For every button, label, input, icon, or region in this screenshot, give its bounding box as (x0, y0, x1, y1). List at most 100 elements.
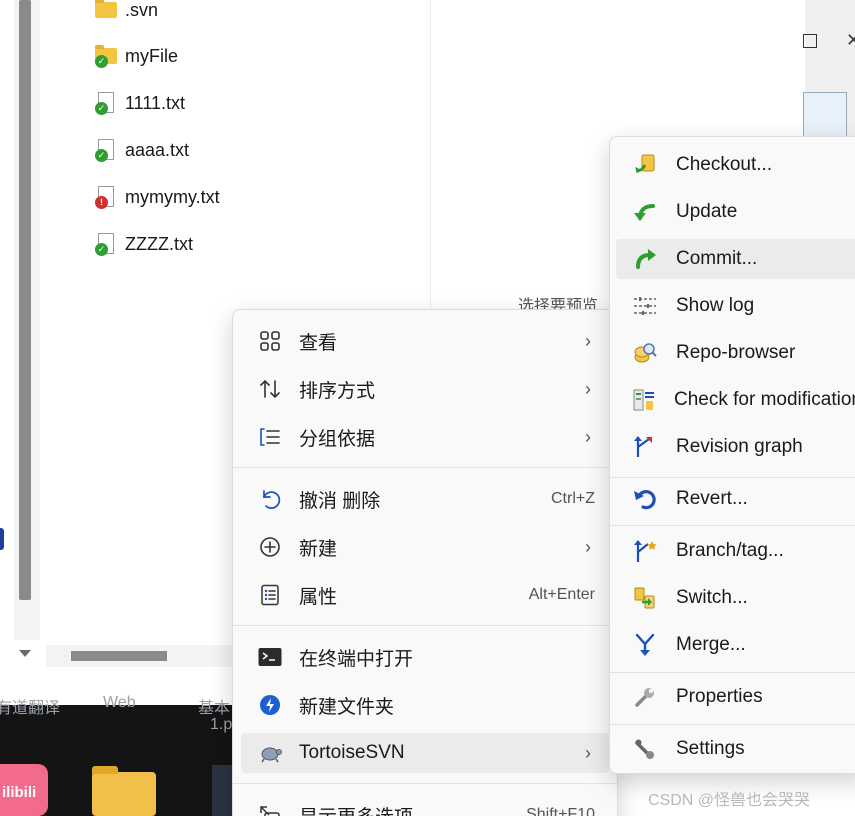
watermark: CSDN @怪兽也会哭哭 (648, 792, 811, 809)
file-name: aaaa.txt (125, 139, 190, 160)
menu-item-open-terminal[interactable]: 在终端中打开 (241, 637, 609, 677)
menu-label: 在终端中打开 (299, 648, 414, 670)
wrench-icon (632, 684, 658, 710)
menu-item-repo-browser[interactable]: Repo-browser (616, 333, 855, 373)
revision-graph-icon (632, 434, 658, 460)
menu-item-merge[interactable]: Merge... (616, 625, 855, 665)
scrollbar-thumb[interactable] (19, 0, 31, 600)
new-folder-icon (257, 692, 283, 718)
menu-item-show-log[interactable]: Show log (616, 286, 855, 326)
check-modifications-icon (632, 387, 656, 413)
list-item-myfile[interactable]: ✓ myFile (94, 43, 178, 69)
menu-label: 属性 (299, 586, 338, 608)
menu-label: Revision graph (676, 436, 803, 457)
file-name: 1111.txt (125, 92, 186, 113)
shortcut-text: Alt+Enter (528, 586, 595, 603)
menu-separator (610, 477, 855, 478)
folder-icon (94, 0, 118, 22)
menu-item-settings[interactable]: Settings (616, 729, 855, 769)
app-label: ilibili (2, 784, 37, 801)
folder-ok-icon: ✓ (94, 44, 118, 68)
desktop-label: 基本 (198, 700, 231, 717)
bilibili-app-icon[interactable]: ilibili (0, 764, 48, 816)
menu-separator (610, 672, 855, 673)
menu-item-svn-properties[interactable]: Properties (616, 677, 855, 717)
file-ok-icon: ✓ (94, 91, 118, 115)
more-options-icon (257, 802, 283, 816)
branch-tag-icon (632, 538, 658, 564)
menu-item-new-folder[interactable]: 新建文件夹 (241, 685, 609, 725)
menu-item-update[interactable]: Update (616, 192, 855, 232)
file-name: .svn (125, 0, 159, 20)
menu-separator (610, 724, 855, 725)
repo-browser-icon (632, 340, 658, 366)
menu-label: Merge... (676, 634, 746, 655)
menu-item-new[interactable]: 新建 › (241, 527, 609, 567)
menu-item-group-by[interactable]: 分组依据 › (241, 417, 609, 457)
desktop-label: Web (103, 694, 136, 711)
menu-label: 显示更多选项 (299, 802, 413, 816)
terminal-icon (257, 644, 283, 670)
scrollbar-thumb[interactable] (71, 651, 167, 661)
scroll-down-arrow-icon[interactable] (19, 650, 31, 657)
menu-item-undo[interactable]: 撤消 删除 Ctrl+Z (241, 479, 609, 519)
menu-item-revert[interactable]: Revert... (616, 479, 855, 519)
menu-separator (233, 625, 617, 626)
file-modified-icon: ! (94, 185, 118, 209)
close-icon[interactable]: ✕ (846, 30, 855, 51)
desktop-label: 1.p (210, 716, 233, 733)
tortoisesvn-submenu: Checkout... Update Commit... Show log Re… (609, 136, 855, 774)
menu-item-revision-graph[interactable]: Revision graph (616, 427, 855, 467)
sort-arrows-icon (257, 376, 283, 402)
commit-icon (632, 246, 658, 272)
menu-label: Revert... (676, 488, 748, 509)
menu-label: Settings (676, 738, 745, 759)
menu-label: Properties (676, 686, 763, 707)
desktop-file-thumbnail[interactable] (212, 765, 232, 816)
chevron-right-icon: › (585, 330, 591, 351)
revert-icon (632, 486, 658, 512)
maximize-icon[interactable] (803, 34, 817, 48)
menu-label: 新建 (299, 538, 338, 560)
menu-label: Show log (676, 295, 755, 316)
menu-item-branch-tag[interactable]: Branch/tag... (616, 531, 855, 571)
menu-item-properties[interactable]: 属性 Alt+Enter (241, 575, 609, 615)
list-icon (257, 424, 283, 450)
menu-item-switch[interactable]: Switch... (616, 578, 855, 618)
plus-circle-icon (257, 534, 283, 560)
menu-item-more-options[interactable]: 显示更多选项 Shift+F10 (241, 795, 609, 816)
menu-item-checkout[interactable]: Checkout... (616, 145, 855, 185)
list-item-zzzz-txt[interactable]: ✓ ZZZZ.txt (94, 231, 193, 257)
list-item-svn-folder[interactable]: .svn (94, 0, 158, 23)
menu-separator (233, 467, 617, 468)
menu-item-view[interactable]: 查看 › (241, 321, 609, 361)
menu-item-commit[interactable]: Commit... (616, 239, 855, 279)
switch-icon (632, 585, 658, 611)
pane-divider (430, 0, 431, 310)
show-log-icon (632, 293, 658, 319)
nav-pane-scrollbar[interactable] (14, 0, 40, 657)
shortcut-text: Ctrl+Z (551, 490, 595, 507)
list-item-mymymy-txt[interactable]: ! mymymy.txt (94, 184, 220, 210)
menu-label: Switch... (676, 587, 748, 608)
list-item-aaaa-txt[interactable]: ✓ aaaa.txt (94, 137, 189, 163)
horizontal-scrollbar[interactable] (46, 645, 236, 667)
menu-label: Repo-browser (676, 342, 796, 363)
desktop-folder-icon[interactable] (92, 766, 156, 816)
menu-separator (233, 783, 617, 784)
menu-item-check-modifications[interactable]: Check for modifications (616, 380, 855, 420)
list-item-1111-txt[interactable]: ✓ 1111.txt (94, 90, 185, 116)
menu-separator (610, 525, 855, 526)
checkout-icon (632, 152, 658, 178)
menu-item-tortoisesvn[interactable]: TortoiseSVN › (241, 733, 609, 773)
menu-label: Checkout... (676, 154, 773, 175)
menu-item-sort[interactable]: 排序方式 › (241, 369, 609, 409)
menu-label: Commit... (676, 248, 758, 269)
context-menu: 查看 › 排序方式 › 分组依据 › 撤消 删除 Ctrl+Z 新建 › 属性 (232, 309, 618, 816)
properties-icon (257, 582, 283, 608)
chevron-right-icon: › (585, 536, 591, 557)
menu-label: 排序方式 (299, 380, 376, 402)
update-icon (632, 199, 658, 225)
tortoise-icon (257, 740, 283, 766)
chevron-right-icon: › (585, 426, 591, 447)
